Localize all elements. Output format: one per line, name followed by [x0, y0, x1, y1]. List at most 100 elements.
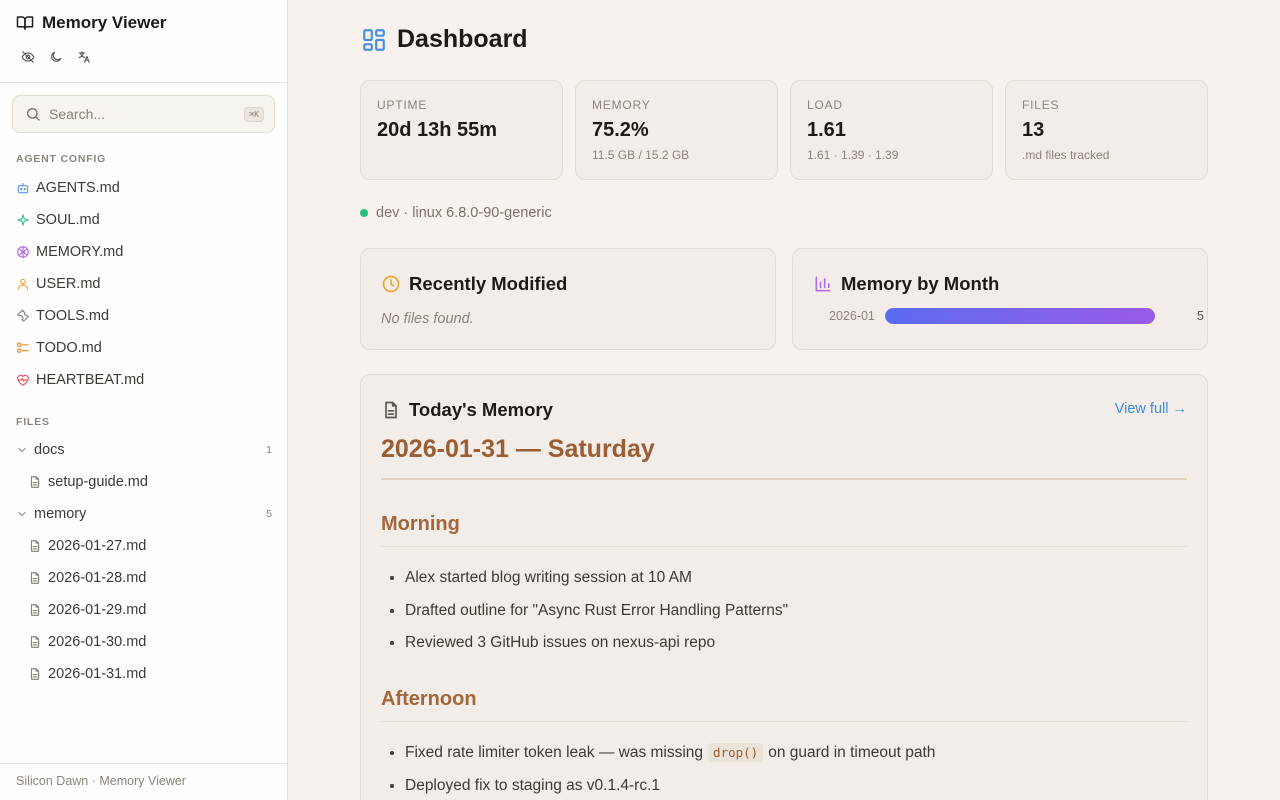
memory-date-heading: 2026-01-31 — Saturday: [381, 435, 1187, 480]
stat-value: 75.2%: [592, 119, 649, 141]
file-text-icon: [30, 572, 40, 584]
folder-count: 1: [266, 444, 272, 456]
stat-value: 13: [1022, 119, 1045, 141]
month-label: 2026-01: [829, 309, 875, 323]
chevron-down-icon: [18, 448, 26, 453]
list-item: Alex started blog writing session at 10 …: [405, 568, 788, 601]
theme-toggle-button[interactable]: [48, 49, 64, 65]
card-title-text: Today's Memory: [409, 399, 553, 420]
sidebar-footer: Silicon Dawn · Memory Viewer: [0, 763, 287, 800]
sidebar: Memory Viewer ⌘K AGENT CONFIG AGENTS.md …: [0, 0, 288, 800]
empty-state: No files found.: [381, 311, 474, 327]
robot-icon: [17, 182, 29, 194]
agent-config-label: AGENT CONFIG: [16, 153, 107, 165]
folder-name: memory: [34, 506, 87, 522]
list-item: Reviewed 3 GitHub issues on nexus-api re…: [405, 633, 788, 666]
memory-by-month-card: Memory by Month 2026-01 5: [792, 248, 1208, 350]
month-bar-track: [885, 308, 1155, 324]
search-box[interactable]: ⌘K: [12, 95, 275, 133]
stat-label: MEMORY: [592, 98, 651, 112]
file-item[interactable]: 2026-01-27.md: [28, 534, 146, 558]
sidebar-item-tools[interactable]: TOOLS.md: [16, 304, 109, 328]
heart-pulse-icon: [17, 374, 29, 386]
morning-list: Alex started blog writing session at 10 …: [405, 568, 788, 666]
stat-label: LOAD: [807, 98, 843, 112]
stat-label: FILES: [1022, 98, 1060, 112]
view-full-link[interactable]: View full →: [1115, 401, 1187, 417]
wrench-icon: [17, 309, 29, 322]
stat-label: UPTIME: [377, 98, 428, 112]
clock-icon: [382, 275, 400, 293]
card-title: Recently Modified: [381, 273, 567, 295]
sparkle-icon: [17, 214, 29, 226]
file-item[interactable]: setup-guide.md: [28, 470, 148, 494]
afternoon-list: Fixed rate limiter token leak — was miss…: [405, 743, 935, 800]
file-item[interactable]: 2026-01-29.md: [28, 598, 146, 622]
file-text-icon: [30, 476, 40, 488]
search-input[interactable]: [49, 106, 245, 122]
section-heading-morning: Morning: [381, 513, 1187, 547]
user-icon: [17, 278, 29, 290]
toggle-hidden-button[interactable]: [20, 49, 36, 65]
eye-off-icon: [21, 51, 35, 63]
sidebar-item-user[interactable]: USER.md: [16, 272, 100, 296]
sidebar-item-label: TOOLS.md: [36, 308, 110, 324]
sidebar-header: Memory Viewer: [0, 0, 287, 83]
stat-value: 20d 13h 55m: [377, 119, 498, 141]
list-item: Deployed fix to staging as v0.1.4-rc.1: [405, 776, 935, 800]
sidebar-item-heartbeat[interactable]: HEARTBEAT.md: [16, 368, 144, 392]
dashboard-grid-icon: [363, 28, 385, 51]
sidebar-item-memory[interactable]: MEMORY.md: [16, 240, 123, 264]
files-section-label: FILES: [16, 416, 50, 428]
book-open-icon: [16, 16, 34, 30]
app-title: Memory Viewer: [16, 13, 166, 33]
main-content: Dashboard UPTIME 20d 13h 55m MEMORY 75.2…: [289, 0, 1280, 800]
page-title-text: Dashboard: [397, 25, 528, 53]
sidebar-item-label: TODO.md: [36, 340, 102, 356]
file-item[interactable]: 2026-01-30.md: [28, 630, 146, 654]
sidebar-toolbar: [20, 49, 92, 65]
language-button[interactable]: [76, 49, 92, 65]
brain-icon: [17, 246, 29, 258]
card-title: Memory by Month: [813, 273, 999, 295]
folder-count: 5: [266, 508, 272, 520]
month-bar-fill: [885, 308, 1155, 324]
file-name: 2026-01-27.md: [48, 538, 147, 554]
sidebar-item-label: MEMORY.md: [36, 244, 124, 260]
file-name: 2026-01-31.md: [48, 666, 147, 682]
file-item[interactable]: 2026-01-31.md: [28, 662, 146, 686]
sidebar-item-label: HEARTBEAT.md: [36, 372, 145, 388]
moon-icon: [51, 51, 62, 62]
stat-value: 1.61: [807, 119, 846, 141]
todays-memory-card: Today's Memory View full → 2026-01-31 — …: [360, 374, 1208, 800]
sidebar-item-label: SOUL.md: [36, 212, 100, 228]
file-name: setup-guide.md: [48, 474, 148, 490]
file-item[interactable]: 2026-01-28.md: [28, 566, 146, 590]
sidebar-item-agents[interactable]: AGENTS.md: [16, 176, 120, 200]
file-text-icon: [30, 604, 40, 616]
page-title: Dashboard: [361, 25, 528, 54]
section-heading-afternoon: Afternoon: [381, 688, 1187, 722]
folder-name: docs: [34, 442, 65, 458]
bar-chart-icon: [815, 276, 831, 292]
search-shortcut-badge: ⌘K: [244, 106, 264, 122]
file-text-icon: [30, 636, 40, 648]
stat-card-load: LOAD 1.61 1.61 · 1.39 · 1.39: [790, 80, 993, 180]
sidebar-item-soul[interactable]: SOUL.md: [16, 208, 100, 232]
sidebar-item-label: USER.md: [36, 276, 101, 292]
sidebar-item-todo[interactable]: TODO.md: [16, 336, 102, 360]
translate-icon: [78, 51, 90, 63]
folder-docs[interactable]: docs 1: [16, 438, 272, 462]
month-count: 5: [1197, 309, 1204, 323]
recently-modified-card: Recently Modified No files found.: [360, 248, 776, 350]
file-text-icon: [385, 401, 397, 419]
checklist-icon: [17, 342, 29, 353]
status-dot: [360, 209, 368, 217]
inline-code: drop(): [708, 743, 764, 762]
month-bar-row: 2026-01 5: [829, 307, 1204, 325]
list-item: Drafted outline for "Async Rust Error Ha…: [405, 601, 788, 634]
chevron-down-icon: [18, 512, 26, 517]
file-name: 2026-01-28.md: [48, 570, 147, 586]
file-name: 2026-01-30.md: [48, 634, 147, 650]
folder-memory[interactable]: memory 5: [16, 502, 272, 526]
